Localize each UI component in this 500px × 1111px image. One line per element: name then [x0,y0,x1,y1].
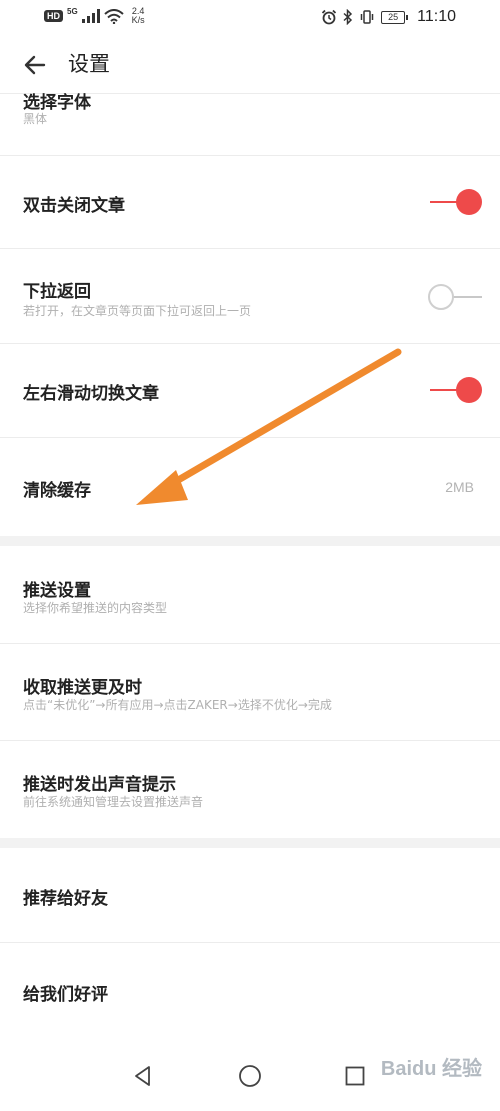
network-type: 5G [67,6,78,16]
setting-double-tap-close[interactable]: 双击关闭文章 [0,156,500,249]
setting-push-sound-title: 推送时发出声音提示 [23,775,176,795]
toggle-knob [428,284,454,310]
circle-home-icon [239,1065,261,1087]
status-left: HD 5G 2.4 K/s [44,7,145,25]
signal-icon [81,9,100,23]
setting-pull-back-title: 下拉返回 [23,282,91,302]
nav-back-button[interactable] [128,1064,158,1088]
setting-push[interactable]: 推送设置 选择你希望推送的内容类型 [0,546,500,644]
setting-recommend-friend[interactable]: 推荐给好友 [0,848,500,943]
setting-push-timely-desc: 点击“未优化”→所有应用→点击ZAKER→选择不优化→完成 [23,698,332,712]
section-divider [0,536,500,546]
status-right: 25 11:10 [321,8,456,26]
baidu-watermark: Baidu 经验 [380,1058,482,1080]
hd-badge: HD [44,10,63,22]
status-bar: HD 5G 2.4 K/s 25 11:10 [0,0,500,36]
pull-back-toggle[interactable] [428,282,484,312]
setting-pull-back[interactable]: 下拉返回 若打开，在文章页等页面下拉可返回上一页 [0,249,500,344]
arrow-left-icon [24,55,46,75]
clock: 11:10 [417,8,456,25]
setting-clear-cache-title: 清除缓存 [23,481,91,501]
setting-swipe-switch-title: 左右滑动切换文章 [23,384,159,404]
bluetooth-icon [343,9,353,25]
setting-push-timely-title: 收取推送更及时 [23,678,142,698]
double-tap-close-toggle[interactable] [428,187,484,217]
setting-swipe-switch[interactable]: 左右滑动切换文章 [0,344,500,438]
setting-push-sound[interactable]: 推送时发出声音提示 前往系统通知管理去设置推送声音 [0,741,500,838]
setting-push-desc: 选择你希望推送的内容类型 [23,601,168,615]
section-divider [0,838,500,848]
nav-recent-button[interactable] [340,1064,370,1088]
back-button[interactable] [20,50,50,80]
vibrate-icon [360,10,374,24]
battery-icon: 25 [381,10,409,24]
triangle-back-icon [135,1066,150,1086]
setting-pull-back-desc: 若打开，在文章页等页面下拉可返回上一页 [23,304,252,318]
setting-font[interactable]: 选择字体 黑体 [0,93,500,156]
setting-push-timely[interactable]: 收取推送更及时 点击“未优化”→所有应用→点击ZAKER→选择不优化→完成 [0,644,500,741]
square-recent-icon [345,1066,365,1086]
nav-home-button[interactable] [235,1064,265,1088]
setting-font-value: 黑体 [23,112,48,126]
network-speed: 2.4 K/s [132,7,145,25]
app-header: 设置 [0,36,500,94]
setting-clear-cache[interactable]: 清除缓存 2MB [0,438,500,536]
setting-push-title: 推送设置 [23,581,91,601]
toggle-knob [456,377,482,403]
toggle-knob [456,189,482,215]
page-title: 设置 [68,52,110,76]
swipe-switch-toggle[interactable] [428,375,484,405]
setting-push-sound-desc: 前往系统通知管理去设置推送声音 [23,795,204,809]
alarm-icon [322,9,337,25]
cache-size: 2MB [445,479,474,495]
network-speed-unit: K/s [131,15,145,25]
setting-rate-us[interactable]: 给我们好评 [0,943,500,1040]
setting-recommend-friend-title: 推荐给好友 [23,889,108,909]
setting-rate-us-title: 给我们好评 [23,985,108,1005]
wifi-icon [104,8,124,24]
setting-double-tap-close-title: 双击关闭文章 [23,196,125,216]
